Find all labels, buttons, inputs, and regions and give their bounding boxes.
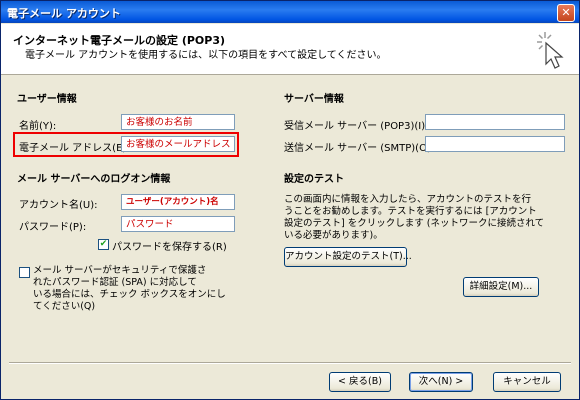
password-field[interactable]: パスワード xyxy=(121,216,235,232)
spa-label-line3: いる場合には、チェック ボックスをオンにし xyxy=(33,289,226,300)
spa-label-line2: れたパスワード認証 (SPA) に対応して xyxy=(33,277,197,288)
cancel-button[interactable]: キャンセル xyxy=(493,372,561,392)
incoming-server-field[interactable] xyxy=(425,114,565,130)
spa-label-line1: メール サーバーがセキュリティで保護さ xyxy=(33,265,207,276)
header-description: 電子メール アカウントを使用するには、以下の項目をすべて設定してください。 xyxy=(25,50,387,61)
next-button[interactable]: 次へ(N) > xyxy=(409,372,473,392)
email-label: 電子メール アドレス(E): xyxy=(19,143,130,154)
spa-label-line4: てください(Q) xyxy=(33,301,96,312)
wizard-header: インターネット電子メールの設定 (POP3) 電子メール アカウントを使用するに… xyxy=(1,24,579,75)
wizard-cursor-icon xyxy=(537,32,564,69)
account-field[interactable]: ユーザー(アカウント)名 xyxy=(121,194,235,210)
server-info-title: サーバー情報 xyxy=(284,94,344,105)
incoming-server-label: 受信メール サーバー (POP3)(I): xyxy=(284,121,429,132)
test-desc-line3: 設定のテスト] をクリックします (ネットワークに接続されて xyxy=(284,218,545,229)
back-button[interactable]: < 戻る(B) xyxy=(329,372,391,392)
outgoing-server-field[interactable] xyxy=(425,136,565,152)
account-label: アカウント名(U): xyxy=(19,200,98,211)
outgoing-server-label: 送信メール サーバー (SMTP)(O): xyxy=(284,143,435,154)
spa-checkbox[interactable] xyxy=(19,267,30,278)
email-field[interactable]: お客様のメールアドレス xyxy=(121,136,235,152)
remember-password-label: パスワードを保存する(R) xyxy=(112,242,227,253)
more-settings-button[interactable]: 詳細設定(M)... xyxy=(463,277,539,297)
test-desc-line1: この画面内に情報を入力したら、アカウントのテストを行 xyxy=(284,194,532,205)
test-account-settings-button[interactable]: アカウント設定のテスト(T)... xyxy=(284,247,412,267)
footer-separator xyxy=(9,362,571,364)
name-field[interactable]: お客様のお名前 xyxy=(121,114,235,130)
test-desc-line2: うことをお勧めします。テストを実行するには [アカウント xyxy=(284,206,537,217)
user-info-title: ユーザー情報 xyxy=(17,94,77,105)
test-settings-title: 設定のテスト xyxy=(284,174,344,185)
name-label: 名前(Y): xyxy=(19,121,57,132)
window-title: 電子メール アカウント xyxy=(7,7,121,20)
email-account-dialog: 電子メール アカウント ✕ インターネット電子メールの設定 (POP3) 電子メ… xyxy=(0,0,580,400)
title-bar[interactable]: 電子メール アカウント ✕ xyxy=(1,1,579,23)
test-desc-line4: いる必要があります)。 xyxy=(284,230,383,241)
close-icon[interactable]: ✕ xyxy=(557,4,575,22)
remember-password-checkbox[interactable]: ✔ xyxy=(98,239,109,250)
password-label: パスワード(P): xyxy=(19,222,87,233)
logon-info-title: メール サーバーへのログオン情報 xyxy=(17,174,171,185)
